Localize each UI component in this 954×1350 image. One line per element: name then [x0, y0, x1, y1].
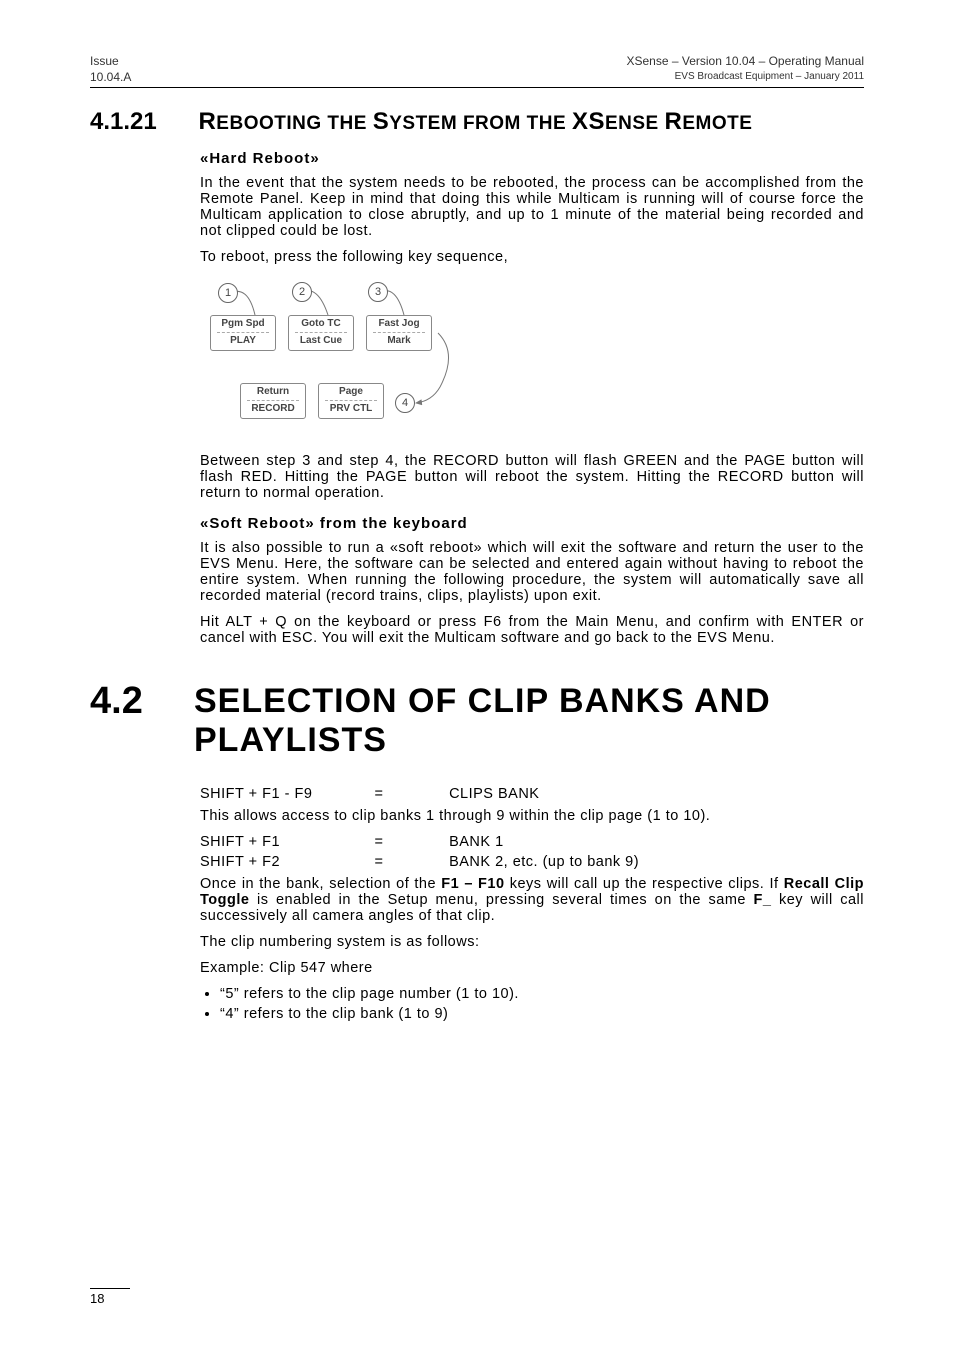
- key-page-prvctl: PagePRV CTL: [318, 383, 384, 419]
- sec42-p2: Once in the bank, selection of the F1 – …: [200, 876, 864, 924]
- sec42-p1: This allows access to clip banks 1 throu…: [200, 808, 864, 824]
- header-left-1: Issue: [90, 54, 131, 70]
- sec42-bullets: “5” refers to the clip page number (1 to…: [220, 986, 864, 1022]
- key-gototc-lastcue: Goto TCLast Cue: [288, 315, 354, 351]
- key-fastjog-mark: Fast JogMark: [366, 315, 432, 351]
- sec42-p4: Example: Clip 547 where: [200, 960, 864, 976]
- section-number: 4.1.21: [90, 108, 194, 136]
- header-right-2: EVS Broadcast Equipment – January 2011: [627, 70, 865, 83]
- hard-reboot-p2: To reboot, press the following key seque…: [200, 249, 864, 265]
- soft-reboot-p2: Hit ALT + Q on the keyboard or press F6 …: [200, 614, 864, 646]
- kb-row-2: SHIFT + F1 = BANK 1: [200, 834, 864, 850]
- key-return-record: ReturnRECORD: [240, 383, 306, 419]
- section-4-2-heading: 4.2 SELECTION OF CLIP BANKS AND PLAYLIST…: [90, 682, 864, 760]
- key-pgmspd-play: Pgm SpdPLAY: [210, 315, 276, 351]
- section-4-2-number: 4.2: [90, 682, 194, 722]
- page-header: Issue 10.04.A XSense – Version 10.04 – O…: [90, 54, 864, 88]
- kb-row-1: SHIFT + F1 - F9 = CLIPS BANK: [200, 786, 864, 802]
- hard-reboot-heading: «Hard Reboot»: [200, 150, 864, 167]
- soft-reboot-p1: It is also possible to run a «soft reboo…: [200, 540, 864, 604]
- header-left-2: 10.04.A: [90, 70, 131, 86]
- section-title: REBOOTING THE SYSTEM FROM THE XSENSE REM…: [198, 108, 752, 135]
- page-number: 18: [90, 1288, 130, 1306]
- bullet-1: “5” refers to the clip page number (1 to…: [220, 986, 864, 1002]
- soft-reboot-heading: «Soft Reboot» from the keyboard: [200, 515, 864, 532]
- reboot-key-diagram: 1 2 3 4 Pgm SpdPLAY Goto TCLast Cue Fast…: [200, 275, 480, 435]
- hard-reboot-p3: Between step 3 and step 4, the RECORD bu…: [200, 453, 864, 501]
- kb-row-3: SHIFT + F2 = BANK 2, etc. (up to bank 9): [200, 854, 864, 870]
- hard-reboot-p1: In the event that the system needs to be…: [200, 175, 864, 239]
- header-right-1: XSense – Version 10.04 – Operating Manua…: [627, 54, 865, 70]
- bullet-2: “4” refers to the clip bank (1 to 9): [220, 1006, 864, 1022]
- sec42-p3: The clip numbering system is as follows:: [200, 934, 864, 950]
- section-4-1-21-heading: 4.1.21 REBOOTING THE SYSTEM FROM THE XSE…: [90, 108, 864, 136]
- section-4-2-title: SELECTION OF CLIP BANKS AND PLAYLISTS: [194, 682, 864, 760]
